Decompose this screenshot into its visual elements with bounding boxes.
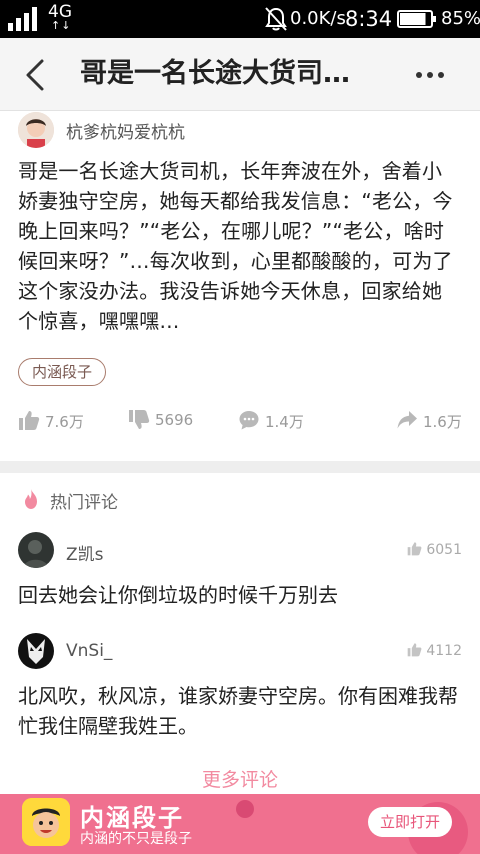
comment-count: 1.4万 (265, 413, 304, 431)
app-download-banner[interactable]: 内涵段子 内涵的不只是段子 立即打开 (0, 794, 480, 854)
thumbs-down-icon (129, 410, 150, 429)
comment-like-count: 4112 (426, 643, 462, 659)
thumbs-up-icon (19, 411, 40, 430)
post-actions: 7.6万 5696 1.4万 1.6万 (0, 404, 480, 438)
more-comments-link[interactable]: 更多评论 (0, 765, 480, 792)
comment-item: VnSi_ 4112 北风吹，秋风凉，谁家娇妻守空房。你有困难我帮忙我住隔壁我姓… (18, 633, 462, 745)
thumbs-up-icon (408, 542, 422, 556)
more-dots-icon[interactable] (414, 66, 446, 84)
comment-bubble-icon (239, 411, 259, 430)
comment-item: Z凯s 6051 回去她会让你倒垃圾的时候千万别去 (18, 532, 462, 614)
commenter-name[interactable]: Z凯s (66, 540, 104, 565)
hot-comments-title: 热门评论 (50, 493, 118, 513)
network-activity-icon: ↑↓ (51, 19, 72, 32)
thumbs-up-icon (408, 643, 422, 657)
author-name[interactable]: 杭爹杭妈爱杭杭 (66, 118, 185, 143)
battery-icon (397, 10, 436, 28)
cartoon-face-icon (22, 798, 70, 846)
comment-text: 回去她会让你倒垃圾的时候千万别去 (18, 583, 338, 607)
dislike-count: 5696 (155, 411, 194, 429)
child-avatar-icon (18, 112, 54, 148)
status-bar: 4G ↑↓ 0.0K/s 8:34 85% (0, 0, 480, 38)
category-tag[interactable]: 内涵段子 (18, 358, 107, 386)
author-avatar[interactable] (18, 112, 54, 148)
post-text: 哥是一名长途大货司机，长年奔波在外，舍着小娇妻独守空房，她每天都给我发信息：“老… (18, 159, 453, 333)
masked-face-avatar-icon (18, 633, 54, 669)
clock: 8:34 (345, 7, 393, 31)
like-count: 7.6万 (45, 413, 84, 431)
app-logo-icon (22, 798, 70, 846)
section-divider (0, 461, 480, 473)
open-app-button[interactable]: 立即打开 (368, 807, 452, 837)
comment-like-button[interactable]: 6051 (407, 541, 462, 558)
back-arrow-icon[interactable] (22, 58, 50, 92)
commenter-name[interactable]: VnSi_ (66, 641, 112, 661)
dark-portrait-avatar-icon (18, 532, 54, 568)
app-header: 哥是一名长途大货司… (0, 38, 480, 111)
network-speed: 0.0K/s (290, 8, 346, 29)
commenter-avatar[interactable] (18, 532, 54, 568)
share-arrow-icon (397, 411, 417, 429)
signal-icon (8, 7, 37, 31)
banner-slogan: 内涵的不只是段子 (80, 831, 192, 847)
flame-icon (25, 489, 37, 509)
battery-percent: 85% (441, 8, 480, 29)
commenter-avatar[interactable] (18, 633, 54, 669)
comment-text: 北风吹，秋风凉，谁家娇妻守空房。你有困难我帮忙我住隔壁我姓王。 (18, 684, 458, 738)
comment-like-count: 6051 (426, 542, 462, 558)
bell-off-icon (265, 7, 287, 31)
banner-decoration (236, 800, 254, 818)
comment-like-button[interactable]: 4112 (407, 642, 462, 659)
page-title: 哥是一名长途大货司… (80, 58, 350, 89)
post-author[interactable]: 杭爹杭妈爱杭杭 (18, 110, 458, 150)
share-count: 1.6万 (423, 413, 462, 431)
